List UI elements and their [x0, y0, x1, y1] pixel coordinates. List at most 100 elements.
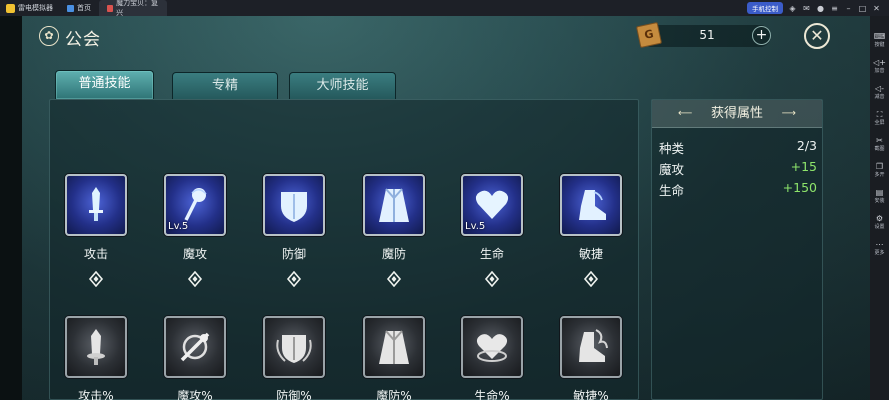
skill-agility[interactable]: 敏捷 [560, 174, 622, 287]
fullscreen-icon: ⛶ [876, 110, 883, 119]
left-edge [0, 16, 22, 400]
attribute-key: 种类 [659, 141, 685, 156]
skill-attack-percent[interactable]: 攻击% [65, 316, 127, 400]
skill-level: Lv.5 [465, 221, 486, 232]
skill-name: 魔防 [381, 247, 406, 261]
scissors-icon: ✂ [876, 136, 883, 145]
attribute-row: 种类 2/3 [659, 138, 817, 156]
gamepad-icon[interactable]: ◈ [788, 4, 797, 13]
keyboard-icon: ⌨ [873, 32, 886, 41]
skill-attack[interactable]: 攻击 [65, 174, 127, 287]
sidebar-item-more[interactable]: ⋯ 更多 [870, 240, 889, 256]
emulator-app-name: 雷电模拟器 [18, 4, 53, 12]
close-button[interactable]: ✕ [804, 23, 830, 49]
skill-defense-percent[interactable]: 防御% [263, 316, 325, 400]
skill-agility-percent-frame [560, 316, 622, 378]
robe-percent-icon [379, 330, 409, 364]
tab-home[interactable]: 首页 [59, 0, 99, 16]
shield-percent-icon [276, 335, 312, 363]
skill-life-percent[interactable]: 生命% [461, 316, 523, 400]
guild-gem-icon [386, 271, 402, 287]
heart-percent-icon [476, 334, 508, 362]
sidebar-item-label: 设置 [874, 224, 885, 230]
sidebar-item-install[interactable]: ▤ 安装 [870, 188, 889, 204]
tab-specialization[interactable]: 专精 [172, 72, 278, 99]
skills-panel: 攻击 Lv.5 魔攻 防御 魔防 Lv.5 生命 敏捷 攻击% 魔攻% 防御% … [49, 99, 639, 400]
skill-name: 魔防% [376, 389, 412, 400]
sidebar-item-label: 全屏 [874, 120, 885, 126]
skill-life[interactable]: Lv.5 生命 [461, 174, 523, 287]
add-currency-button[interactable]: + [752, 26, 771, 45]
skill-name: 敏捷% [573, 389, 609, 400]
attribute-key: 生命 [659, 183, 685, 198]
skill-name: 攻击 [83, 247, 108, 261]
skill-defense-percent-frame [263, 316, 325, 378]
magic-percent-icon [180, 332, 210, 362]
boot-icon [579, 190, 606, 220]
tab-home-label: 首页 [77, 4, 91, 12]
skill-magic-defense-percent-frame [363, 316, 425, 378]
sidebar-item-fullscreen[interactable]: ⛶ 全屏 [870, 110, 889, 126]
skill-defense-frame [263, 174, 325, 236]
skill-magic-attack-percent[interactable]: 魔攻% [164, 316, 226, 400]
game-screen: ✿ 公会 G 51 + ✕ 普通技能 专精 大师技能 攻击 Lv.5 魔攻 防御… [22, 16, 870, 400]
tab-master-skills[interactable]: 大师技能 [289, 72, 396, 99]
menu-icon[interactable]: ≡ [830, 4, 839, 13]
skill-name: 防御 [281, 247, 306, 261]
skill-name: 魔攻 [182, 247, 207, 261]
attributes-panel: ⟵ 获得属性 ⟶ 种类 2/3 魔攻 +15 生命 +150 [651, 99, 823, 400]
emulator-app: 雷电模拟器 [0, 0, 59, 16]
sidebar-item-settings[interactable]: ⚙ 设置 [870, 214, 889, 230]
skill-magic-attack[interactable]: Lv.5 魔攻 [164, 174, 226, 287]
left-ornament-icon: ⟵ [678, 108, 693, 119]
sword-percent-icon [87, 329, 105, 365]
page-title: 公会 [65, 30, 101, 50]
currency-value: 51 [699, 28, 715, 42]
skill-attack-percent-frame [65, 316, 127, 378]
sidebar-item-screenshot[interactable]: ✂ 截图 [870, 136, 889, 152]
skill-name: 魔攻% [177, 389, 213, 400]
maximize-icon[interactable]: □ [858, 4, 867, 13]
guild-coin-icon: G [635, 21, 663, 49]
phone-control-button[interactable]: 手机控制 [747, 2, 783, 14]
right-ornament-icon: ⟶ [781, 108, 796, 119]
mail-icon[interactable]: ✉ [802, 4, 811, 13]
sidebar-item-label: 加音 [874, 68, 885, 74]
skill-name: 生命% [474, 389, 510, 400]
sidebar-item-volume-down[interactable]: ◁- 减音 [870, 84, 889, 100]
heart-icon [475, 190, 509, 219]
skill-defense[interactable]: 防御 [263, 174, 325, 287]
minimize-icon[interactable]: – [844, 4, 853, 13]
emulator-sidebar: ⌨ 按键 ◁+ 加音 ◁- 减音 ⛶ 全屏 ✂ 截图 ❐ 多开 ▤ 安装 ⚙ 设置 ⋯ 更多 [870, 16, 889, 400]
guild-gem-icon [583, 271, 599, 287]
attributes-title: 获得属性 [710, 106, 763, 121]
skill-agility-frame [560, 174, 622, 236]
attribute-value: 2/3 [796, 138, 817, 153]
attribute-value: +15 [790, 159, 817, 174]
attribute-row: 魔攻 +15 [659, 159, 817, 177]
sidebar-item-label: 按键 [874, 42, 885, 48]
sidebar-item-multi[interactable]: ❐ 多开 [870, 162, 889, 178]
skill-magic-defense-percent[interactable]: 魔防% [363, 316, 425, 400]
guild-emblem-icon: ✿ [39, 26, 59, 46]
sidebar-item-label: 更多 [874, 250, 885, 256]
tab-game[interactable]: 魔力宝贝：复兴 [99, 0, 167, 17]
attribute-value: +150 [782, 180, 817, 195]
tab-normal-skills[interactable]: 普通技能 [55, 70, 154, 99]
close-window-icon[interactable]: ✕ [872, 4, 881, 13]
skill-magic-attack-frame: Lv.5 [164, 174, 226, 236]
skill-level: Lv.5 [168, 221, 189, 232]
home-icon [67, 4, 74, 12]
shield-icon [281, 192, 307, 222]
titlebar-controls: 手机控制 ◈ ✉ ● ≡ – □ ✕ [747, 2, 889, 14]
gear-icon: ⚙ [875, 214, 884, 223]
user-icon[interactable]: ● [816, 4, 825, 13]
sidebar-item-volume-up[interactable]: ◁+ 加音 [870, 58, 889, 74]
volume-up-icon: ◁+ [873, 58, 886, 67]
magic-staff-icon [184, 188, 207, 221]
skill-magic-defense[interactable]: 魔防 [363, 174, 425, 287]
sidebar-item-keys[interactable]: ⌨ 按键 [870, 32, 889, 48]
attribute-row: 生命 +150 [659, 180, 817, 198]
boot-percent-icon [579, 329, 608, 362]
skill-agility-percent[interactable]: 敏捷% [560, 316, 622, 400]
